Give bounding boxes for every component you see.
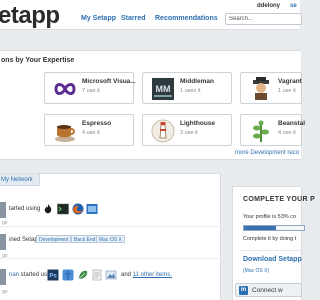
app-icon-firefox[interactable] [72, 203, 84, 215]
profile-completion-text: Your profile is 53% co [243, 214, 296, 220]
network-feed-panel: My Network tarted using go ined Setapp D… [0, 173, 222, 300]
vagrant-icon [253, 77, 269, 100]
nav-my-setapp[interactable]: My Setapp [81, 15, 116, 22]
list-item: tarted using go [0, 196, 222, 226]
app-name: Beanstal [278, 120, 306, 127]
settings-link[interactable]: se [290, 3, 297, 9]
nav-recommendations[interactable]: Recommendations [155, 15, 218, 22]
username[interactable]: ddelony [257, 3, 280, 9]
app-icon-document[interactable] [91, 269, 103, 281]
more-development-recommendations-link[interactable]: more Development reco [235, 150, 299, 156]
espresso-icon [55, 125, 75, 142]
linkedin-button-label: Connect w [252, 287, 283, 294]
app-uses: 4 use it [82, 130, 100, 136]
feed-text: and 11 other items. [121, 272, 172, 278]
progress-fill [244, 226, 276, 230]
setapp-logo[interactable]: etapp [0, 2, 60, 30]
app-uses: 7 use it [82, 88, 100, 94]
search-input[interactable] [225, 13, 302, 25]
lighthouse-icon [151, 119, 175, 143]
app-icon-leaf[interactable] [77, 269, 89, 281]
app-icon-terminal[interactable] [57, 203, 69, 215]
beanstalk-icon [253, 120, 269, 142]
download-platform: (Mac OS X) [243, 268, 270, 274]
linkedin-icon: in [239, 286, 248, 295]
app-uses: 3 use it [180, 130, 198, 136]
user-link[interactable]: nan [9, 272, 19, 278]
app-uses: 1 uses it [180, 88, 201, 94]
feed-and: and [121, 272, 132, 278]
divider [241, 250, 303, 251]
nav-starred[interactable]: Starred [121, 15, 146, 22]
app-card-middleman[interactable]: MM Middleman 1 uses it [142, 72, 232, 104]
app-name: Espresso [82, 120, 112, 127]
profile-progress-bar [243, 225, 305, 231]
app-icon-window[interactable] [86, 203, 98, 215]
feed-time: go [2, 289, 8, 295]
tab-my-network[interactable]: My Network [0, 174, 40, 186]
app-icon-flame[interactable] [42, 203, 54, 215]
app-icon-photoshop[interactable]: Ps [47, 269, 59, 281]
tag-development[interactable]: Development [36, 235, 72, 243]
app-card-visual-studio[interactable]: Microsoft Visua... 7 use it [44, 72, 136, 104]
feed-text: tarted using [9, 206, 41, 212]
tag-back-end[interactable]: Back End [71, 235, 99, 243]
section-title: ons by Your Expertise [1, 57, 75, 64]
avatar[interactable] [0, 269, 6, 285]
app-name: Microsoft Visua... [82, 78, 136, 85]
tag-mac-os-x[interactable]: Mac OS X [96, 235, 125, 243]
app-icon-preview[interactable] [105, 269, 117, 281]
avatar[interactable] [0, 202, 6, 218]
app-name: Lighthouse [180, 120, 216, 127]
profile-title: COMPLETE YOUR P [243, 196, 316, 203]
list-item: nan started using Ps and 11 other items.… [0, 258, 222, 300]
other-items-link[interactable]: 11 other items. [133, 272, 172, 278]
app-uses: 1 use it [278, 88, 296, 94]
app-icon-finder[interactable] [62, 269, 74, 281]
app-card-espresso[interactable]: Espresso 4 use it [44, 114, 134, 146]
top-navigation-bar: etapp My Setapp Starred Recommendations … [0, 0, 302, 30]
app-name: Middleman [180, 78, 214, 85]
linkedin-connect-button[interactable]: in Connect w [235, 283, 302, 297]
profile-hint-text: Complete it by doing t [243, 236, 297, 242]
visual-studio-icon [54, 83, 76, 95]
middleman-icon: MM [152, 78, 174, 100]
expertise-recommendations-panel: ons by Your Expertise Microsoft Visua...… [0, 50, 306, 160]
app-card-vagrant[interactable]: Vagrant 1 use it [240, 72, 302, 104]
app-card-beanstalk[interactable]: Beanstal 4 use it [240, 114, 306, 146]
app-uses: 4 use it [278, 130, 296, 136]
list-item: ined Setapp Development Back End Mac OS … [0, 226, 222, 259]
avatar[interactable] [0, 234, 6, 250]
app-name: Vagrant [278, 78, 302, 85]
svg-text:MM: MM [156, 84, 171, 94]
download-setapp-link[interactable]: Download Setapp [243, 256, 302, 263]
app-card-lighthouse[interactable]: Lighthouse 3 use it [142, 114, 232, 146]
svg-text:Ps: Ps [49, 274, 57, 280]
